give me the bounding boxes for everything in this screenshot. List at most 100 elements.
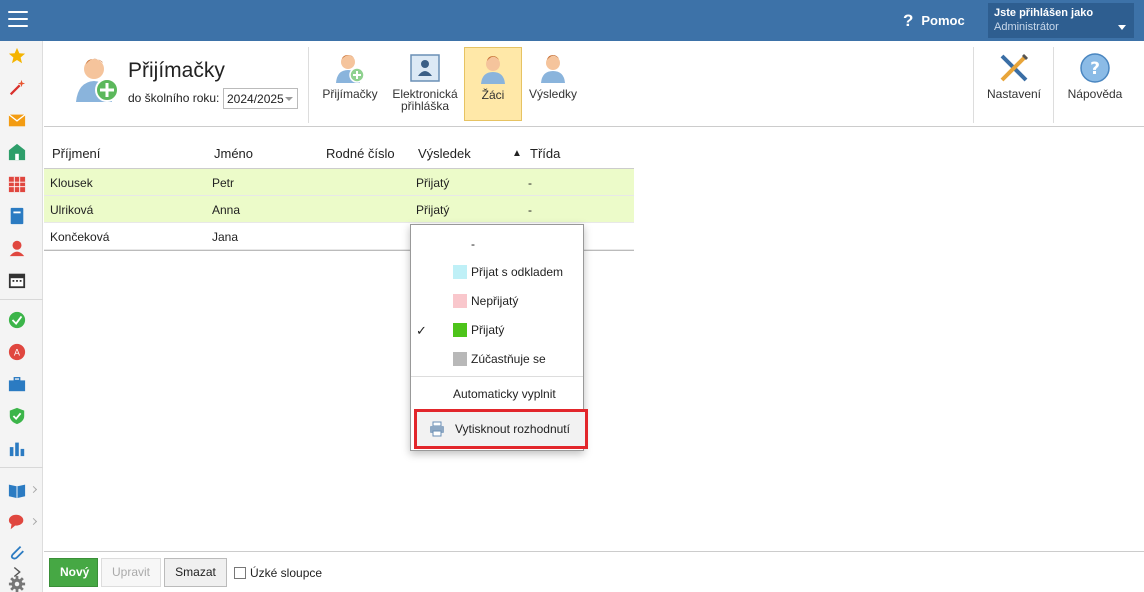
color-swatch xyxy=(453,323,467,337)
menu-item-auto-fill[interactable]: Automaticky vyplnit xyxy=(411,380,583,408)
help-label: Pomoc xyxy=(921,13,965,28)
id-card-icon xyxy=(410,54,440,82)
open-book-icon[interactable] xyxy=(8,481,26,499)
header-divider xyxy=(308,47,309,123)
person-icon xyxy=(481,56,505,84)
tool-label: Přijímačky xyxy=(322,87,378,101)
shield-icon[interactable] xyxy=(8,407,26,425)
year-label: do školního roku: xyxy=(128,91,220,105)
user-line1: Jste přihlášen jako xyxy=(994,7,1094,19)
tool-zaci[interactable]: Žáci xyxy=(464,47,522,121)
narrow-columns-checkbox[interactable]: Úzké sloupce xyxy=(234,566,322,580)
bar-chart-icon[interactable] xyxy=(8,439,26,457)
timetable-icon[interactable] xyxy=(8,175,26,193)
tool-label: Elektronická přihláška xyxy=(388,88,462,112)
tool-label: Žáci xyxy=(481,88,505,102)
col-header-vysledek[interactable]: Výsledek xyxy=(418,146,471,161)
star-icon[interactable] xyxy=(8,47,26,65)
header-divider xyxy=(1053,47,1054,123)
help-link[interactable]: ? Pomoc xyxy=(903,11,965,31)
chevron-right-icon xyxy=(29,517,38,526)
paperclip-icon[interactable] xyxy=(8,543,26,561)
sidebar-divider xyxy=(0,299,43,300)
sidebar-divider xyxy=(0,467,43,468)
cell-vysledek: Přijatý xyxy=(416,203,450,217)
chevron-down-icon xyxy=(285,97,293,101)
menu-item-neprijaty[interactable]: Nepřijatý xyxy=(411,287,583,315)
school-icon[interactable] xyxy=(8,143,26,161)
help-button[interactable]: ? Nápověda xyxy=(1060,47,1130,121)
chat-icon[interactable] xyxy=(8,513,26,531)
edit-button[interactable]: Upravit xyxy=(101,558,161,587)
cell-vysledek: Přijatý xyxy=(416,176,450,190)
tool-elektronicka-prihlaska[interactable]: Elektronická přihláška xyxy=(388,47,462,121)
settings-label: Nastavení xyxy=(986,87,1042,101)
printer-icon xyxy=(430,421,444,437)
footer-toolbar: Nový Upravit Smazat Úzké sloupce xyxy=(44,551,1144,592)
cell-prijmeni: Končeková xyxy=(50,230,110,244)
color-swatch xyxy=(453,294,467,308)
checkmark-icon: ✓ xyxy=(416,323,427,338)
menu-item-label: Přijatý xyxy=(471,323,505,337)
page-header: Přijímačky do školního roku: 2024/2025 P… xyxy=(44,41,1144,127)
grade-icon[interactable]: A xyxy=(8,343,26,361)
magic-wand-icon[interactable] xyxy=(8,79,26,97)
sidebar: A xyxy=(0,41,43,592)
table-header: Příjmení Jméno Rodné číslo Výsledek ▲ Tř… xyxy=(44,140,634,169)
cell-trida: - xyxy=(528,203,532,217)
checkbox-icon xyxy=(234,567,246,579)
person-icon[interactable] xyxy=(8,239,26,257)
mail-icon[interactable] xyxy=(8,111,26,129)
svg-text:?: ? xyxy=(1090,59,1100,79)
calendar-icon[interactable] xyxy=(8,271,26,289)
col-header-jmeno[interactable]: Jméno xyxy=(214,146,253,161)
question-icon: ? xyxy=(903,11,914,30)
gear-icon[interactable] xyxy=(8,575,26,592)
menu-item-prijat-s-odkladem[interactable]: Přijat s odkladem xyxy=(411,258,583,286)
cell-prijmeni: Ulriková xyxy=(50,203,94,217)
book-icon[interactable] xyxy=(8,207,26,225)
school-year-select[interactable]: 2024/2025 xyxy=(223,88,298,109)
help-label: Nápověda xyxy=(1067,87,1123,101)
person-add-icon xyxy=(336,55,365,83)
header-divider xyxy=(973,47,974,123)
menu-item-print-decision[interactable]: Vytisknout rozhodnutí xyxy=(414,409,588,449)
menu-item-label: Automaticky vyplnit xyxy=(453,387,556,401)
delete-button[interactable]: Smazat xyxy=(164,558,227,587)
tool-vysledky[interactable]: Výsledky xyxy=(524,47,582,121)
menu-divider xyxy=(411,376,583,377)
school-year-value: 2024/2025 xyxy=(227,92,284,106)
menu-item-ucastni-se[interactable]: Zúčastňuje se xyxy=(411,345,583,373)
menu-item-label: Přijat s odkladem xyxy=(471,265,564,279)
user-menu[interactable]: Jste přihlášen jako Administrátor xyxy=(988,3,1134,38)
help-icon: ? xyxy=(1080,53,1110,83)
top-bar: ? Pomoc Jste přihlášen jako Administrátor xyxy=(0,0,1144,41)
menu-item-prijaty[interactable]: ✓ Přijatý xyxy=(411,316,583,344)
menu-item-label: Zúčastňuje se xyxy=(471,352,546,366)
result-dropdown-menu: - Přijat s odkladem Nepřijatý ✓ Přijatý … xyxy=(410,224,588,451)
narrow-columns-label: Úzké sloupce xyxy=(250,566,323,580)
chevron-down-icon xyxy=(1118,25,1126,30)
briefcase-icon[interactable] xyxy=(8,375,26,393)
table-row[interactable]: Ulriková Anna Přijatý - xyxy=(44,196,634,223)
col-header-trida[interactable]: Třída xyxy=(530,146,560,161)
col-header-rodne-cislo[interactable]: Rodné číslo xyxy=(326,146,395,161)
settings-button[interactable]: Nastavení xyxy=(980,47,1048,121)
user-role: Administrátor xyxy=(994,21,1059,33)
hamburger-menu-icon[interactable] xyxy=(8,11,28,29)
menu-item-label: Nepřijatý xyxy=(471,294,519,308)
check-circle-icon[interactable] xyxy=(8,311,26,329)
cell-jmeno: Petr xyxy=(212,176,235,190)
cell-trida: - xyxy=(528,176,532,190)
table-row[interactable]: Klousek Petr Přijatý - xyxy=(44,169,634,196)
color-swatch xyxy=(453,352,467,366)
menu-item-label: - xyxy=(471,237,475,251)
cell-jmeno: Anna xyxy=(212,203,241,217)
menu-item-none[interactable]: - xyxy=(411,230,583,258)
tools-icon xyxy=(1000,54,1028,82)
new-button[interactable]: Nový xyxy=(49,558,98,587)
page-title: Přijímačky xyxy=(128,59,225,82)
tool-label: Výsledky xyxy=(528,87,578,101)
col-header-prijmeni[interactable]: Příjmení xyxy=(52,146,100,161)
tool-prijimacky[interactable]: Přijímačky xyxy=(318,47,382,121)
